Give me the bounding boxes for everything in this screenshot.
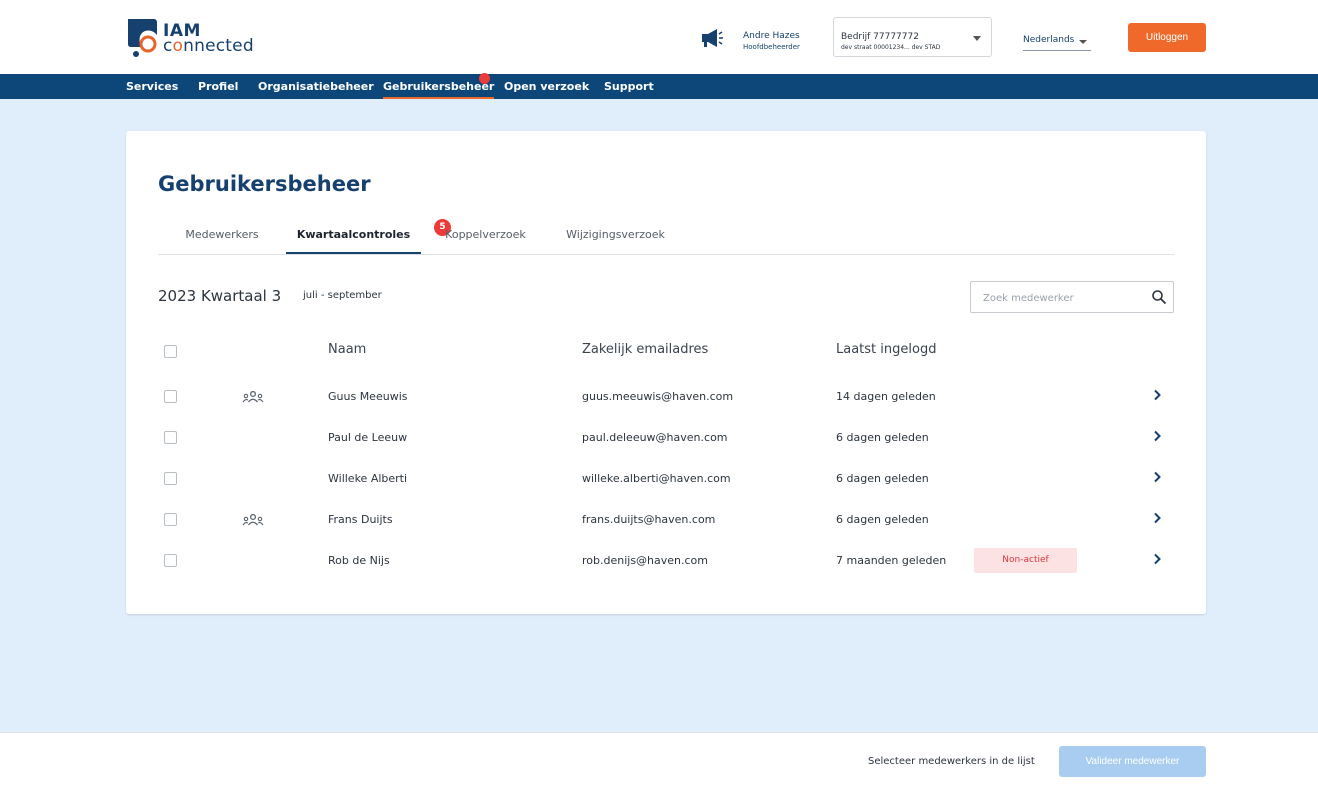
caret-down-icon: [973, 36, 981, 41]
logo-mark-icon: [128, 19, 157, 57]
row-email: rob.denijs@haven.com: [582, 554, 709, 567]
select-all-checkbox[interactable]: [164, 345, 177, 358]
app-header: IAM connected Andre Hazes Hoofdbeheerder…: [0, 0, 1318, 74]
content-card: Gebruikersbeheer Medewerkers Kwartaalcon…: [126, 131, 1206, 614]
nav-item-open-verzoek[interactable]: Open verzoek: [504, 74, 589, 99]
tab-kwartaalcontroles[interactable]: Kwartaalcontroles: [286, 219, 421, 254]
row-name: Paul de Leeuw: [328, 431, 408, 444]
table-row[interactable]: Willeke Alberti willeke.alberti@haven.co…: [158, 458, 1174, 499]
logout-button[interactable]: Uitloggen: [1128, 23, 1206, 52]
row-last-login: 6 dagen geleden: [836, 513, 929, 526]
iam-connected-logo[interactable]: IAM connected: [126, 17, 266, 59]
user-name: Andre Hazes: [743, 31, 800, 41]
tab-medewerkers[interactable]: Medewerkers: [158, 219, 286, 254]
table-row[interactable]: Guus Meeuwis guus.meeuwis@haven.com 14 d…: [158, 376, 1174, 417]
row-checkbox[interactable]: [164, 431, 177, 444]
row-email: frans.duijts@haven.com: [582, 513, 716, 526]
row-email: guus.meeuwis@haven.com: [582, 390, 734, 403]
caret-down-icon: [1079, 40, 1087, 44]
company-select[interactable]: Bedrijf 77777772 dev straat 00001234... …: [833, 17, 992, 57]
status-badge: Non-actief: [974, 548, 1077, 573]
company-name: Bedrijf 77777772: [841, 32, 919, 42]
column-header-naam[interactable]: Naam: [328, 342, 366, 357]
search-input[interactable]: [983, 290, 1143, 306]
user-info: Andre Hazes Hoofdbeheerder: [743, 31, 800, 51]
row-email: willeke.alberti@haven.com: [582, 472, 731, 485]
column-header-email[interactable]: Zakelijk emailadres: [582, 342, 708, 357]
row-last-login: 14 dagen geleden: [836, 390, 936, 403]
footer-hint: Selecteer medewerkers in de lijst: [868, 756, 1035, 767]
tab-wijzigingsverzoek[interactable]: Wijzigingsverzoek: [553, 219, 678, 254]
row-name: Rob de Nijs: [328, 554, 390, 567]
row-email: paul.deleeuw@haven.com: [582, 431, 728, 444]
notification-dot: [479, 73, 490, 84]
table-row[interactable]: Rob de Nijs rob.denijs@haven.com 7 maand…: [158, 540, 1174, 581]
tab-bar: Medewerkers Kwartaalcontroles 5 Koppelve…: [158, 219, 1174, 255]
table-row[interactable]: Paul de Leeuw paul.deleeuw@haven.com 6 d…: [158, 417, 1174, 458]
tab-koppelverzoek[interactable]: Koppelverzoek: [428, 219, 543, 254]
row-checkbox[interactable]: [164, 472, 177, 485]
user-role: Hoofdbeheerder: [743, 43, 800, 51]
row-checkbox[interactable]: [164, 554, 177, 567]
chevron-right-icon[interactable]: [1152, 512, 1162, 524]
row-name: Guus Meeuwis: [328, 390, 408, 403]
action-footer: Selecteer medewerkers in de lijst Valide…: [0, 732, 1318, 786]
nav-item-profiel[interactable]: Profiel: [198, 74, 238, 99]
search-box: [970, 281, 1174, 313]
row-checkbox[interactable]: [164, 513, 177, 526]
chevron-right-icon[interactable]: [1152, 471, 1162, 483]
row-last-login: 6 dagen geleden: [836, 431, 929, 444]
chevron-right-icon[interactable]: [1152, 430, 1162, 442]
row-last-login: 7 maanden geleden: [836, 554, 947, 567]
megaphone-icon[interactable]: [700, 28, 724, 48]
search-icon[interactable]: [1151, 289, 1167, 305]
row-last-login: 6 dagen geleden: [836, 472, 929, 485]
row-name: Willeke Alberti: [328, 472, 408, 485]
quarter-range: juli - september: [303, 290, 382, 301]
validate-button[interactable]: Valideer medewerker: [1059, 746, 1206, 777]
nav-item-gebruikersbeheer[interactable]: Gebruikersbeheer: [383, 74, 495, 99]
language-select[interactable]: Nederlands: [1023, 33, 1091, 51]
row-checkbox[interactable]: [164, 390, 177, 403]
table-row[interactable]: Frans Duijts frans.duijts@haven.com 6 da…: [158, 499, 1174, 540]
company-address: dev straat 00001234... dev STAD: [841, 44, 941, 51]
row-name: Frans Duijts: [328, 513, 393, 526]
column-header-laatst-ingelogd[interactable]: Laatst ingelogd: [836, 342, 936, 357]
chevron-right-icon[interactable]: [1152, 389, 1162, 401]
logo-text-connected: connected: [163, 36, 254, 56]
chevron-right-icon[interactable]: [1152, 553, 1162, 565]
nav-item-support[interactable]: Support: [604, 74, 654, 99]
group-icon: [242, 514, 264, 526]
language-label: Nederlands: [1023, 35, 1075, 45]
nav-item-organisatiebeheer[interactable]: Organisatiebeheer: [258, 74, 374, 99]
main-nav: Services Profiel Organisatiebeheer Gebru…: [0, 74, 1318, 99]
nav-item-services[interactable]: Services: [126, 74, 178, 99]
group-icon: [242, 391, 264, 403]
quarter-title: 2023 Kwartaal 3: [158, 287, 282, 305]
page-title: Gebruikersbeheer: [158, 172, 371, 196]
